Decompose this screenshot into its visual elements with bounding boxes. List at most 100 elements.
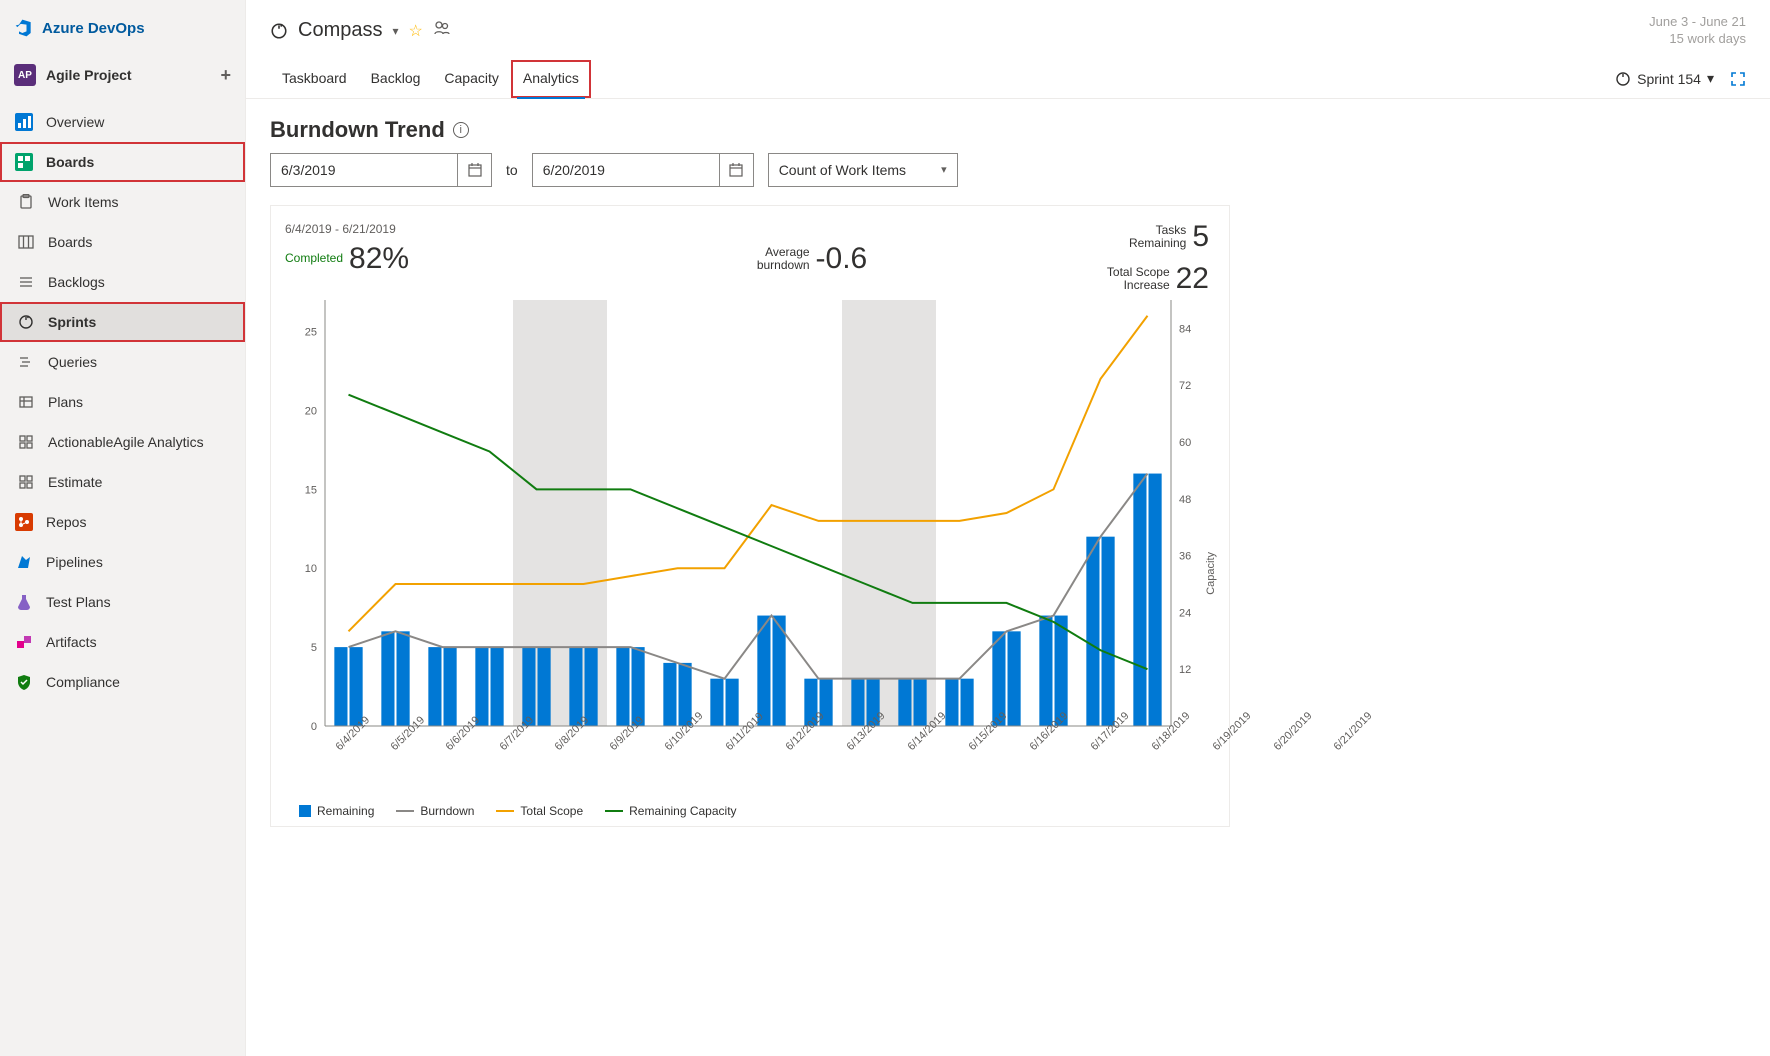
grid-icon — [16, 432, 36, 452]
nav-label: Estimate — [48, 474, 231, 490]
to-label: to — [506, 162, 518, 178]
header-work-days: 15 work days — [1649, 31, 1746, 48]
svg-text:20: 20 — [305, 405, 317, 417]
metric-completed: Completed 82% — [285, 242, 409, 276]
measure-select[interactable]: Count of Work Items ▾ — [768, 153, 958, 187]
repos-icon — [14, 512, 34, 532]
legend-total-scope: Total Scope — [496, 804, 583, 818]
chevron-down-icon[interactable]: ▾ — [392, 24, 398, 38]
nav-label: Work Items — [48, 194, 231, 210]
chart-area: 051015202512243648607284 6/4/20196/5/201… — [285, 296, 1215, 796]
chart-legend: Remaining Burndown Total Scope Remaining… — [285, 796, 1215, 818]
queries-icon — [16, 352, 36, 372]
metric-tasks-remaining: TasksRemaining 5 — [1129, 220, 1209, 254]
legend-remaining-capacity: Remaining Capacity — [605, 804, 736, 818]
end-date-input[interactable]: 6/20/2019 — [532, 153, 754, 187]
test-plans-icon — [14, 592, 34, 612]
calendar-icon[interactable] — [457, 154, 491, 186]
svg-text:24: 24 — [1179, 607, 1191, 619]
add-project-icon[interactable]: + — [220, 65, 231, 86]
info-icon[interactable]: i — [453, 122, 469, 138]
nav-label: Compliance — [46, 674, 231, 690]
metric-label: Increase — [1107, 279, 1170, 292]
project-row[interactable]: AP Agile Project + — [0, 54, 245, 96]
metric-value: 82% — [349, 242, 409, 276]
svg-text:0: 0 — [311, 721, 317, 733]
nav-boards[interactable]: Boards — [0, 142, 245, 182]
compliance-icon — [14, 672, 34, 692]
topbar: Compass ▾ ☆ June 3 - June 21 15 work day… — [246, 0, 1770, 52]
metric-label: Completed — [285, 252, 343, 265]
legend-burndown: Burndown — [396, 804, 474, 818]
artifacts-icon — [14, 632, 34, 652]
sidebar: Azure DevOps AP Agile Project + Overview… — [0, 0, 246, 1056]
nav-artifacts[interactable]: Artifacts — [0, 622, 245, 662]
boards-icon — [14, 152, 34, 172]
work-items-icon — [16, 192, 36, 212]
brand-label: Azure DevOps — [42, 20, 145, 37]
team-name[interactable]: Compass — [298, 19, 382, 42]
metric-value: 22 — [1176, 262, 1209, 296]
nav-label: Overview — [46, 114, 231, 130]
nav-sprints[interactable]: Sprints — [0, 302, 245, 342]
chart-x-labels: 6/4/20196/5/20196/6/20196/7/20196/8/2019… — [285, 739, 1215, 765]
nav-label: Plans — [48, 394, 231, 410]
svg-text:36: 36 — [1179, 550, 1191, 562]
svg-text:48: 48 — [1179, 494, 1191, 506]
plans-icon — [16, 392, 36, 412]
sprint-picker-label: Sprint 154 — [1637, 71, 1701, 87]
nav-actionable[interactable]: ActionableAgile Analytics — [0, 422, 245, 462]
metric-label: Average — [757, 246, 810, 259]
project-avatar: AP — [14, 64, 36, 86]
nav-backlogs[interactable]: Backlogs — [0, 262, 245, 302]
page-title: Burndown Trend — [270, 117, 445, 143]
nav-boards-sub[interactable]: Boards — [0, 222, 245, 262]
measure-value: Count of Work Items — [779, 162, 906, 178]
sprint-icon — [1615, 71, 1631, 87]
favorite-icon[interactable]: ☆ — [409, 21, 423, 41]
svg-text:15: 15 — [305, 484, 317, 496]
start-date-value: 6/3/2019 — [271, 162, 457, 178]
metric-label: Tasks — [1129, 224, 1186, 237]
nav-compliance[interactable]: Compliance — [0, 662, 245, 702]
nav-label: Sprints — [48, 314, 231, 330]
overview-icon — [14, 112, 34, 132]
nav-overview[interactable]: Overview — [0, 102, 245, 142]
svg-text:72: 72 — [1179, 380, 1191, 392]
sprint-picker[interactable]: Sprint 154 ▾ — [1615, 70, 1714, 87]
chevron-down-icon: ▾ — [1707, 70, 1714, 87]
nav-label: ActionableAgile Analytics — [48, 434, 231, 450]
svg-text:84: 84 — [1179, 323, 1191, 335]
page-title-row: Burndown Trend i — [246, 99, 1770, 153]
team-icon[interactable] — [433, 19, 451, 42]
nav-queries[interactable]: Queries — [0, 342, 245, 382]
metric-value: -0.6 — [816, 242, 868, 276]
nav-label: Boards — [48, 234, 231, 250]
sprint-icon — [270, 22, 288, 40]
tab-taskboard[interactable]: Taskboard — [270, 60, 359, 98]
nav-estimate[interactable]: Estimate — [0, 462, 245, 502]
start-date-input[interactable]: 6/3/2019 — [270, 153, 492, 187]
tab-backlog[interactable]: Backlog — [359, 60, 433, 98]
nav-label: Repos — [46, 514, 231, 530]
sprint-icon — [16, 312, 36, 332]
header-date-range: June 3 - June 21 — [1649, 14, 1746, 31]
nav-pipelines[interactable]: Pipelines — [0, 542, 245, 582]
nav-repos[interactable]: Repos — [0, 502, 245, 542]
header-dates: June 3 - June 21 15 work days — [1649, 14, 1746, 48]
chart-card: 6/4/2019 - 6/21/2019 TasksRemaining 5 To… — [270, 205, 1230, 827]
tabs: Taskboard Backlog Capacity Analytics Spr… — [246, 60, 1770, 99]
nav-work-items[interactable]: Work Items — [0, 182, 245, 222]
nav-label: Backlogs — [48, 274, 231, 290]
nav-label: Boards — [46, 154, 231, 170]
metric-scope-increase: Total ScopeIncrease 22 — [1107, 262, 1209, 296]
tab-analytics[interactable]: Analytics — [511, 60, 591, 98]
nav-test-plans[interactable]: Test Plans — [0, 582, 245, 622]
brand[interactable]: Azure DevOps — [0, 0, 245, 54]
calendar-icon[interactable] — [719, 154, 753, 186]
nav-plans[interactable]: Plans — [0, 382, 245, 422]
fullscreen-icon[interactable] — [1730, 71, 1746, 87]
metric-label: Total Scope — [1107, 266, 1170, 279]
tab-capacity[interactable]: Capacity — [432, 60, 510, 98]
pipelines-icon — [14, 552, 34, 572]
